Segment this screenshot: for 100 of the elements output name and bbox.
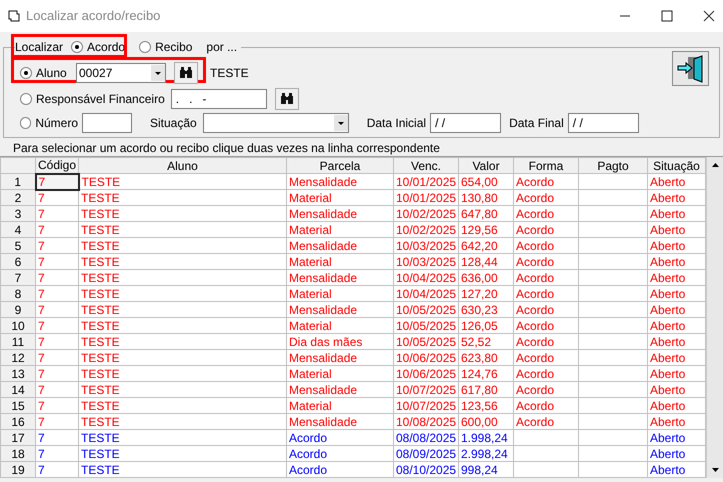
table-cell: 130,80	[458, 190, 514, 206]
column-header[interactable]: Pagto	[578, 158, 648, 174]
radio-label: Aluno	[36, 64, 67, 82]
table-cell: 10/05/2025	[394, 334, 458, 350]
table-cell: 10/04/2025	[394, 270, 458, 286]
column-header[interactable]: Valor	[458, 158, 514, 174]
search-button[interactable]	[274, 88, 299, 110]
table-cell: 7	[36, 222, 78, 238]
radio-button[interactable]	[139, 41, 152, 53]
table-cell: 7	[36, 302, 78, 318]
data-final-field[interactable]: / /	[568, 113, 639, 133]
table-cell: Acordo	[514, 302, 578, 318]
radio-button[interactable]	[20, 66, 32, 78]
radio-label: Número	[35, 115, 78, 132]
table-cell: 127,20	[458, 286, 514, 302]
table-cell: 52,52	[458, 334, 514, 350]
table-cell: 10/06/2025	[394, 350, 458, 366]
row-number: 6	[0, 254, 36, 270]
table-cell	[514, 446, 578, 462]
table-cell: 1.998,24	[458, 430, 514, 446]
table-cell	[578, 366, 648, 382]
vertical-scrollbar[interactable]	[706, 157, 723, 478]
table-cell: 7	[36, 350, 78, 366]
column-header[interactable]: Venc.	[394, 158, 458, 174]
radio-button[interactable]	[20, 93, 32, 105]
table-cell: TESTE	[78, 174, 286, 190]
table-cell: 630,23	[458, 302, 514, 318]
table-cell: 124,76	[458, 366, 514, 382]
table-cell: 10/01/2025	[394, 174, 458, 190]
binoculars-icon	[280, 93, 294, 105]
table-cell: Acordo	[514, 254, 578, 270]
column-header[interactable]: Código	[36, 158, 78, 174]
table-cell	[514, 430, 578, 446]
table-cell: 654,00	[458, 174, 514, 190]
table-cell: 10/01/2025	[394, 190, 458, 206]
table-cell: 7	[36, 334, 78, 350]
table-cell: Acordo	[286, 446, 394, 462]
row-number: 8	[0, 286, 36, 302]
row-number: 17	[0, 430, 36, 446]
table-cell: Acordo	[514, 190, 578, 206]
table-cell: TESTE	[78, 238, 286, 254]
table-cell: 7	[36, 446, 78, 462]
table-cell: 126,05	[458, 318, 514, 334]
table-cell: Acordo	[514, 334, 578, 350]
table-cell: 7	[36, 462, 78, 478]
table-cell: Mensalidade	[286, 350, 394, 366]
table-cell: 7	[36, 286, 78, 302]
aluno-dropdown[interactable]: 00027	[76, 62, 166, 82]
table-cell: TESTE	[78, 462, 286, 478]
numero-field[interactable]	[82, 113, 132, 133]
table-cell: TESTE	[78, 446, 286, 462]
table-cell: 7	[36, 366, 78, 382]
binoculars-icon	[179, 66, 193, 78]
table-cell: 7	[36, 270, 78, 286]
column-header[interactable]: Aluno	[78, 158, 286, 174]
table-cell: 7	[36, 206, 78, 222]
data-inicial-label: Data Inicial	[366, 115, 426, 132]
localizar-label: Localizar	[15, 39, 64, 56]
table-cell: 7	[36, 174, 78, 190]
row-number: 5	[0, 238, 36, 254]
window-icon	[8, 10, 20, 22]
table-cell: Acordo	[514, 238, 578, 254]
data-inicial-field[interactable]: / /	[430, 113, 502, 133]
table-cell: Mensalidade	[286, 302, 394, 318]
por-label: por ...	[206, 39, 238, 56]
situacao-dropdown[interactable]	[202, 113, 349, 133]
responsavel-field[interactable]: . . -	[170, 89, 267, 109]
radio-label: Acordo	[87, 39, 126, 56]
table-cell: 600,00	[458, 414, 514, 430]
table-cell: TESTE	[78, 430, 286, 446]
table-cell: TESTE	[78, 350, 286, 366]
table-cell: Acordo	[286, 462, 394, 478]
table-cell: TESTE	[78, 334, 286, 350]
exit-button[interactable]	[672, 51, 709, 86]
maximize-icon[interactable]	[661, 10, 673, 22]
table-cell: 10/07/2025	[394, 398, 458, 414]
radio-label: Responsável Financeiro	[36, 91, 165, 108]
table-cell: Acordo	[514, 366, 578, 382]
column-header[interactable]: Parcela	[286, 158, 394, 174]
table-cell: Material	[286, 222, 394, 238]
table-cell: 2.998,24	[458, 446, 514, 462]
table-cell: Mensalidade	[286, 382, 394, 398]
window-title: Localizar acordo/recibo	[26, 7, 160, 26]
radio-button[interactable]	[71, 41, 84, 53]
table-cell	[578, 398, 648, 414]
close-icon[interactable]	[703, 10, 715, 22]
row-number: 11	[0, 334, 36, 350]
table-cell: 10/06/2025	[394, 366, 458, 382]
table-cell: TESTE	[78, 382, 286, 398]
situacao-label: Situação	[150, 115, 197, 132]
column-header[interactable]: Situação	[648, 158, 706, 174]
radio-button[interactable]	[20, 117, 32, 129]
table-cell: 128,44	[458, 254, 514, 270]
table-cell: 647,80	[458, 206, 514, 222]
row-number: 2	[0, 190, 36, 206]
table-cell: Acordo	[514, 382, 578, 398]
column-header[interactable]: Forma	[514, 158, 578, 174]
table-cell: 623,80	[458, 350, 514, 366]
table-cell	[578, 302, 648, 318]
search-button[interactable]	[174, 62, 198, 84]
